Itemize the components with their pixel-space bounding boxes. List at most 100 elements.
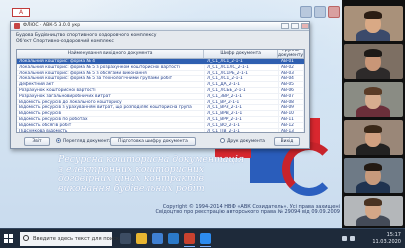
participant-video[interactable]	[344, 120, 403, 155]
cell-group: AB-11	[279, 116, 304, 122]
cell-name: Локальний кошторис: форма № 5 за техноло…	[17, 76, 205, 82]
cell-name: Розрахунок кошторисної вартості	[17, 87, 205, 93]
browser-icon[interactable]	[152, 233, 163, 244]
exit-button[interactable]: Вихід	[274, 137, 300, 146]
cell-code: Л_С1_ВРВ_2-1-1	[205, 111, 279, 116]
cell-group: AB-10	[279, 111, 304, 116]
cell-code: Л_С1_ДА_2-1-1	[205, 82, 279, 87]
taskbar-search-box[interactable]: Введите здесь текст для поиска	[20, 232, 122, 246]
table-row[interactable]: Підсумкова відомість Л_С1_ПВ_2-1-1 AB-13	[17, 128, 304, 132]
column-header-group[interactable]: Группа документу	[278, 50, 304, 58]
maximize-icon[interactable]	[314, 6, 326, 18]
cell-code: Л_С1_ПВ_2-1-1	[205, 128, 279, 132]
dialog-close-icon[interactable]	[301, 23, 309, 29]
start-icon[interactable]	[4, 234, 14, 244]
promo-line: виконання будівельних робіт	[58, 182, 205, 194]
participant-video[interactable]	[344, 44, 403, 79]
radio-selected-icon	[56, 138, 61, 143]
radio-preview-label: Перегляд документа	[63, 139, 112, 144]
volume-icon[interactable]	[350, 236, 355, 241]
participant-hair	[364, 49, 382, 57]
cell-group: AB-06	[279, 87, 304, 93]
search-icon	[23, 235, 29, 241]
copyright-line: Свідоцтво про реєстрацію авторського пра…	[155, 209, 340, 216]
participant-hair	[364, 198, 382, 206]
dialog-app-icon	[14, 23, 20, 29]
column-header-name[interactable]: Найменування вихідного документа	[17, 50, 205, 58]
cell-name: Локальний кошторис: форма № 5 з розрахун…	[17, 64, 205, 70]
cell-group: AB-07	[279, 93, 304, 99]
radio-print-label: Друк документа	[227, 139, 265, 144]
cell-name: Дефектний акт	[17, 82, 205, 87]
dialog-minimize-icon[interactable]	[281, 23, 289, 29]
task-view-icon[interactable]	[120, 233, 131, 244]
cell-group: AB-12	[279, 122, 304, 128]
cell-code: Л_С1_ВРР_2-1-1	[205, 116, 279, 122]
app-logo-icon: A	[12, 8, 30, 17]
dialog-maximize-icon[interactable]	[291, 23, 299, 29]
participant-video[interactable]	[344, 6, 403, 41]
system-clock[interactable]: 15:17 11.03.2020	[372, 232, 401, 245]
screen: Ресурсна кошторисна документація з елект…	[0, 0, 405, 248]
cell-code: Л_С1_ЗВР_2-1-1	[205, 93, 279, 99]
participants-panel	[342, 0, 405, 228]
cell-code: Л_С1_ЛС1_2-1-1	[205, 59, 279, 64]
avk-app-icon[interactable]	[184, 233, 195, 247]
clock-date: 11.03.2020	[372, 238, 401, 245]
cell-group: AB-01	[279, 59, 304, 64]
cell-group: AB-03	[279, 70, 304, 76]
decor-ring	[282, 142, 336, 196]
cell-code: Л_С1_ВРЗ_2-1-1	[205, 105, 279, 111]
documents-table[interactable]: Найменування вихідного документа Шифр до…	[16, 49, 305, 133]
wifi-icon[interactable]	[342, 236, 347, 241]
radio-empty-icon	[220, 138, 225, 143]
dialog-title: ФЛЮС · АВК-5 3.0.0 укр	[23, 23, 81, 28]
report-button[interactable]: Звіт	[24, 137, 50, 146]
minimize-icon[interactable]	[300, 6, 312, 18]
participant-video[interactable]	[344, 196, 403, 226]
cell-name: Відомість ресурсів з урахуванням витрат,…	[17, 105, 205, 111]
cell-group: AB-02	[279, 64, 304, 70]
cell-code: Л_С1_ЛСБЕ_2-1-1	[205, 87, 279, 93]
taskbar: Введите здесь текст для поиска 15:17 11.…	[0, 228, 405, 248]
explorer-icon[interactable]	[136, 233, 147, 244]
cell-group: AB-09	[279, 105, 304, 111]
cell-name: Відомість ресурсів	[17, 111, 205, 116]
promo-text: Ресурсна кошторисна документація з елект…	[58, 155, 248, 193]
cell-group: AB-08	[279, 99, 304, 105]
cell-code: Л_С1_ЛС1ЛС_2-1-1	[205, 64, 279, 70]
cell-name: Відомість обсягів робіт	[17, 122, 205, 128]
construction-filter: Будова Будівництво спортивного оздоровчо…	[16, 33, 157, 38]
cell-name: Локальний кошторис: форма № 4	[17, 59, 205, 64]
column-header-code[interactable]: Шифр документа	[204, 50, 278, 58]
cell-code: Л_С1_ЛС1_2-1-1	[205, 76, 279, 82]
table-body: Локальний кошторис: форма № 4 Л_С1_ЛС1_2-…	[17, 59, 304, 132]
participant-video[interactable]	[344, 82, 403, 117]
cell-name: Підсумкова відомість	[17, 128, 205, 132]
cell-name: Локальний кошторис: форма № 5 з обсягами…	[17, 70, 205, 76]
cell-name: Розрахунок загальновиробничих витрат	[17, 93, 205, 99]
dialog-titlebar: ФЛЮС · АВК-5 3.0.0 укр	[11, 22, 309, 31]
participant-video[interactable]	[344, 158, 403, 193]
table-header: Найменування вихідного документа Шифр до…	[17, 50, 304, 59]
cell-code: Л_С1_ВР_2-1-1	[205, 99, 279, 105]
object-filter: Об'єкт Спортивно-оздоровчий комплекс	[16, 39, 114, 44]
participant-hair	[364, 125, 382, 133]
video-call-app-icon[interactable]	[200, 233, 211, 247]
prepare-code-button[interactable]: Підготовка шифру документа	[110, 137, 196, 146]
participant-hair	[364, 163, 382, 171]
copyright-notice: Copyright © 1994-2014 НВФ «АВК Созидател…	[150, 204, 340, 216]
mail-icon[interactable]	[168, 233, 179, 244]
dialog-button-bar: Звіт Перегляд документа Підготовка шифру…	[16, 137, 305, 147]
cell-group: AB-04	[279, 76, 304, 82]
participant-hair	[364, 87, 382, 95]
radio-print[interactable]: Друк документа	[220, 138, 265, 145]
cell-group: AB-05	[279, 82, 304, 87]
cell-name: Відомість ресурсів по роботах	[17, 116, 205, 122]
document-dialog: ФЛЮС · АВК-5 3.0.0 укр Будова Будівництв…	[10, 21, 310, 149]
search-placeholder: Введите здесь текст для поиска	[33, 236, 123, 242]
radio-preview[interactable]: Перегляд документа	[56, 138, 112, 145]
participant-hair	[364, 11, 382, 19]
close-icon[interactable]	[328, 6, 340, 18]
cell-code: Л_С1_ЛС1РЕ_2-1-1	[205, 70, 279, 76]
